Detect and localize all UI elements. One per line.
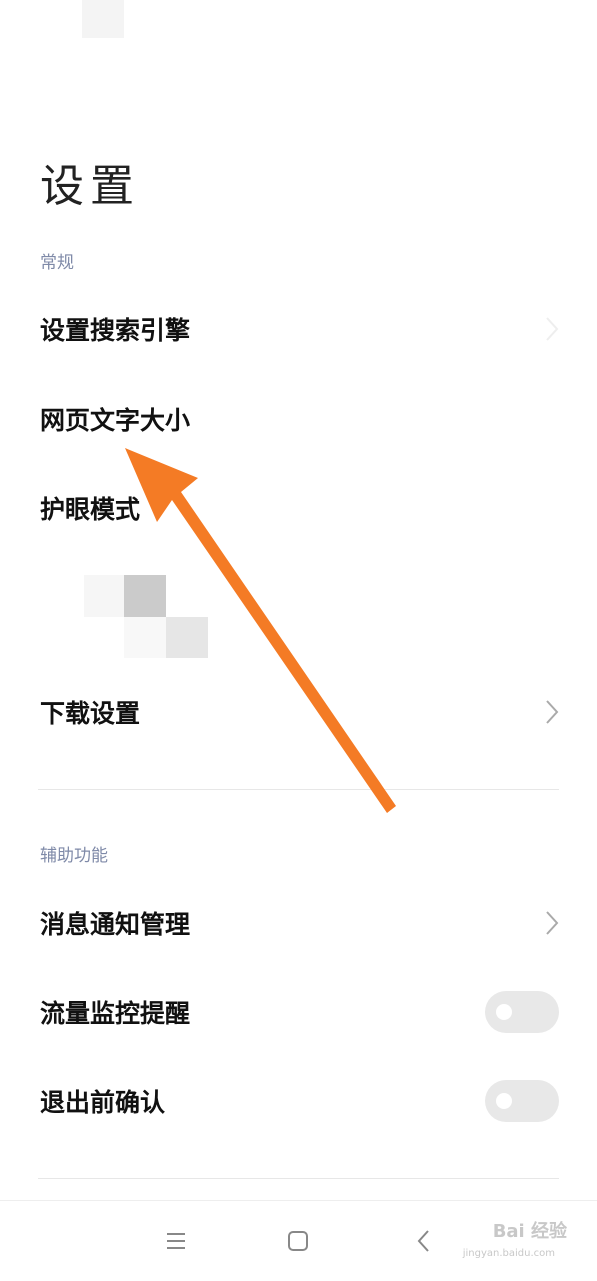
divider — [38, 1178, 559, 1179]
settings-item-notification[interactable]: 消息通知管理 — [0, 888, 597, 958]
toggle-knob — [496, 1004, 512, 1020]
chevron-right-icon — [546, 911, 559, 935]
divider — [38, 789, 559, 790]
toggle-knob — [496, 1093, 512, 1109]
settings-item-label: 退出前确认 — [40, 1088, 166, 1117]
settings-item-search-engine[interactable]: 设置搜索引擎 — [0, 294, 597, 364]
settings-item-download[interactable]: 下载设置 — [0, 677, 597, 747]
settings-item-label: 设置搜索引擎 — [40, 316, 191, 345]
settings-item-label: 下载设置 — [40, 699, 141, 728]
section-label-accessibility: 辅助功能 — [40, 846, 108, 866]
data-monitor-toggle[interactable] — [485, 991, 559, 1033]
settings-item-exit-confirm: 退出前确认 — [0, 1066, 597, 1136]
watermark-url: jingyan.baidu.com — [462, 1248, 555, 1259]
watermark-logo: Bai 经验 — [492, 1221, 567, 1242]
settings-item-eye-care[interactable]: 护眼模式 — [0, 473, 597, 543]
menu-icon[interactable] — [162, 1227, 190, 1255]
back-icon[interactable] — [410, 1227, 438, 1255]
page-title: 设置 — [40, 161, 140, 212]
settings-item-label: 消息通知管理 — [40, 910, 191, 939]
settings-item-font-size[interactable]: 网页文字大小 — [0, 384, 597, 454]
chevron-right-icon — [546, 317, 559, 341]
status-bar-blur — [82, 0, 124, 38]
settings-item-label: 流量监控提醒 — [40, 999, 191, 1028]
exit-confirm-toggle[interactable] — [485, 1080, 559, 1122]
settings-item-label: 护眼模式 — [40, 495, 141, 524]
section-label-general: 常规 — [40, 253, 74, 273]
settings-item-data-monitor: 流量监控提醒 — [0, 977, 597, 1047]
settings-item-label: 网页文字大小 — [40, 406, 191, 435]
home-icon[interactable] — [284, 1227, 312, 1255]
chevron-right-icon — [546, 700, 559, 724]
